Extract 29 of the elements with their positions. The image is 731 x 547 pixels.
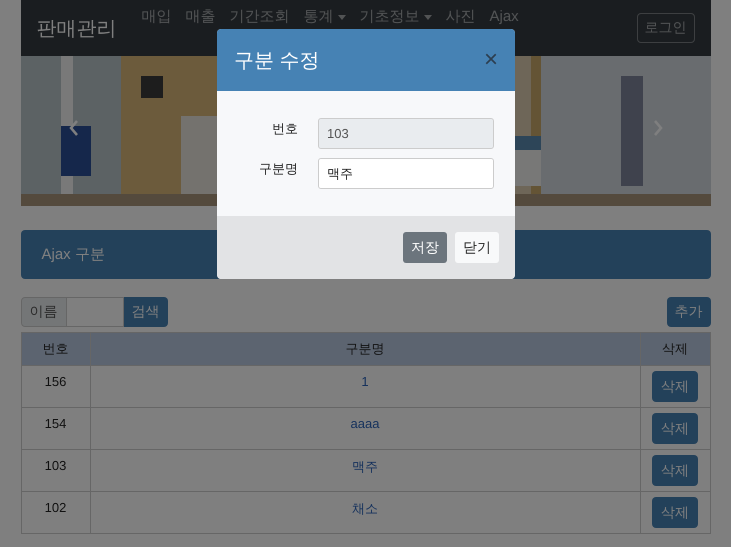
modal-title: 구분 수정 [234,48,320,74]
delete-button[interactable]: 삭제 [652,413,698,444]
search-field[interactable] [66,297,124,327]
column-header: 구분명 [90,332,640,366]
table-cell: 102 [21,492,90,534]
name-link[interactable]: 맥주 [352,459,378,474]
name-link[interactable]: 채소 [352,501,378,516]
brand[interactable]: 판매관리 [36,14,116,42]
table-cell: 103 [21,450,90,492]
chevron-left-icon[interactable] [68,120,78,136]
field-label: 구분명 [258,160,299,178]
search-button[interactable]: 검색 [124,297,168,327]
table-cell: 156 [21,366,90,408]
column-header: 삭제 [640,332,710,366]
delete-button[interactable]: 삭제 [652,455,698,486]
search-label: 이름 [20,297,66,327]
save-button[interactable]: 저장 [403,232,447,263]
add-button[interactable]: 추가 [666,297,710,327]
table-cell: 154 [21,408,90,450]
close-button[interactable]: 닫기 [455,232,499,263]
column-header: 번호 [21,332,90,366]
field-label: 번호 [271,120,299,138]
close-button[interactable]: × [484,48,498,72]
delete-button[interactable]: 삭제 [652,497,698,528]
name-link[interactable]: aaaa [350,416,380,431]
delete-button[interactable]: 삭제 [652,371,698,402]
name-link[interactable]: 1 [361,374,369,389]
panel-title: Ajax 구분 [42,245,105,264]
input-field[interactable]: 맥주 [318,158,494,189]
